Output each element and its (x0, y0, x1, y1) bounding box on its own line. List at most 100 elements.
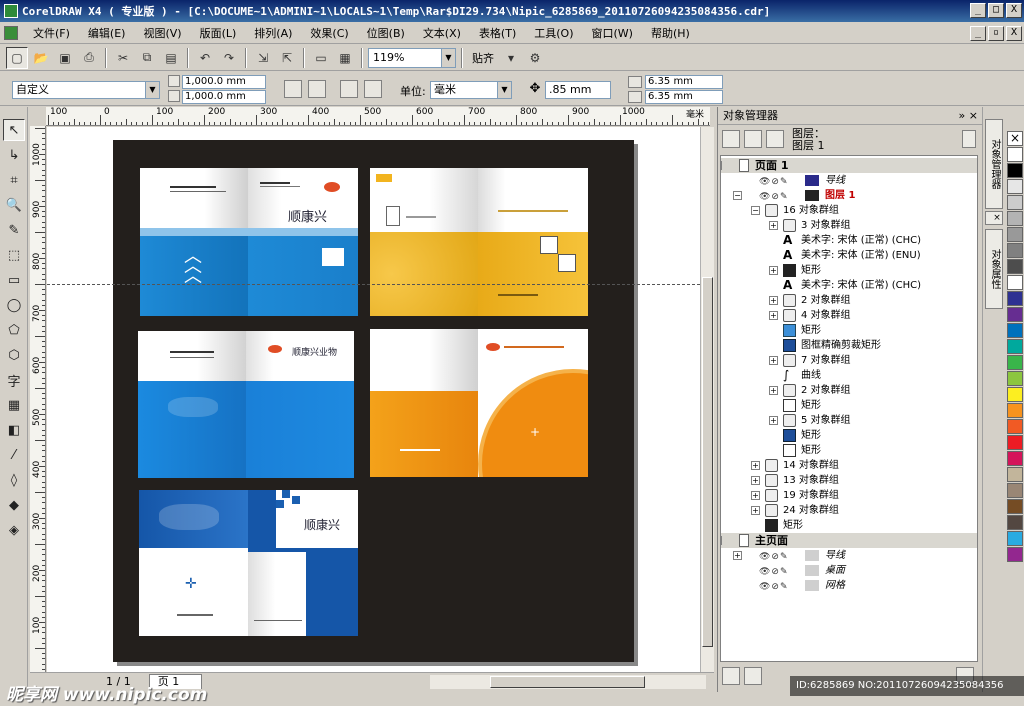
palette-swatch[interactable] (1007, 291, 1023, 306)
tree-object-row[interactable]: +5 对象群组 (721, 413, 977, 428)
save-icon[interactable]: ▣ (54, 47, 76, 69)
tree-layer-row[interactable]: − 👁⊘✎ 图层 1 (721, 188, 977, 203)
coreldraw-app-icon[interactable] (4, 4, 18, 18)
landscape-icon[interactable] (308, 80, 326, 98)
palette-swatch[interactable] (1007, 499, 1023, 514)
basic-shapes-tool-icon[interactable]: ⬡ (3, 344, 25, 366)
paper-preset-select[interactable]: 自定义 ▼ (12, 81, 160, 99)
welcome-screen-icon[interactable]: ▦ (334, 47, 356, 69)
brochure-blue-3[interactable]: ✛ 顺康兴 (139, 490, 358, 636)
brochure-blue-1[interactable]: ︿ ︿ ︿ 顺康兴 (140, 168, 358, 316)
tree-object-row[interactable]: 图框精确剪裁矩形 (721, 338, 977, 353)
all-pages-icon[interactable] (340, 80, 358, 98)
menu-arrange[interactable]: 排列(A) (245, 25, 301, 41)
menu-layout[interactable]: 版面(L) (191, 25, 246, 41)
tab-object-manager[interactable]: 对象管理器 (985, 119, 1003, 209)
expand-toggle-icon[interactable]: + (769, 296, 778, 305)
import-icon[interactable]: ⇲ (252, 47, 274, 69)
menu-table[interactable]: 表格(T) (470, 25, 525, 41)
tab-object-properties[interactable]: 对象属性 (985, 229, 1003, 309)
tree-object-row[interactable]: ∫ 曲线 (721, 368, 977, 383)
maximize-button[interactable]: □ (988, 3, 1004, 18)
vertical-scroll-thumb[interactable] (702, 277, 713, 647)
text-tool-icon[interactable]: 字 (3, 369, 25, 391)
palette-swatch[interactable] (1007, 275, 1023, 290)
vertical-scrollbar[interactable] (700, 127, 714, 672)
tree-object-row[interactable]: +2 对象群组 (721, 293, 977, 308)
flyout-arrow-icon[interactable] (962, 130, 976, 148)
palette-swatch[interactable] (1007, 211, 1023, 226)
tree-object-row[interactable]: + 矩形 (721, 263, 977, 278)
tree-object-row[interactable]: +2 对象群组 (721, 383, 977, 398)
page-height-input[interactable]: 1,000.0 mm (182, 90, 266, 104)
tree-object-row[interactable]: +3 对象群组 (721, 218, 977, 233)
tree-object-row[interactable]: +24 对象群组 (721, 503, 977, 518)
palette-swatch[interactable] (1007, 371, 1023, 386)
close-button[interactable]: X (1006, 3, 1022, 18)
menu-effects[interactable]: 效果(C) (301, 25, 357, 41)
no-color-swatch[interactable]: × (1007, 131, 1023, 146)
chevron-down-icon[interactable]: ▼ (145, 82, 159, 98)
menu-window[interactable]: 窗口(W) (583, 25, 642, 41)
expand-toggle-icon[interactable]: + (751, 476, 760, 485)
crop-tool-icon[interactable]: ⌗ (3, 169, 25, 191)
drawing-canvas[interactable]: ︿ ︿ ︿ 顺康兴 顺康兴业物 + ✛ 顺康兴 (47, 127, 700, 672)
palette-swatch[interactable] (1007, 531, 1023, 546)
layer-manager-view-icon[interactable] (766, 130, 784, 148)
smart-fill-tool-icon[interactable]: ⬚ (3, 244, 25, 266)
palette-swatch[interactable] (1007, 179, 1023, 194)
doc-minimize-button[interactable]: _ (970, 26, 986, 41)
brochure-yellow[interactable] (370, 168, 588, 316)
chevron-down-icon[interactable]: ▼ (497, 82, 511, 98)
zoom-level-select[interactable]: 119% ▼ (368, 47, 456, 68)
table-tool-icon[interactable]: ▦ (3, 394, 25, 416)
current-page-icon[interactable] (364, 80, 382, 98)
expand-toggle-icon[interactable]: − (721, 536, 722, 545)
redo-icon[interactable]: ↷ (218, 47, 240, 69)
options-icon[interactable]: ⚙ (524, 47, 546, 69)
palette-swatch[interactable] (1007, 403, 1023, 418)
tree-object-row[interactable]: +4 对象群组 (721, 308, 977, 323)
document-icon[interactable] (4, 25, 18, 40)
portrait-icon[interactable] (284, 80, 302, 98)
edit-across-layers-icon[interactable] (744, 130, 762, 148)
doc-restore-button[interactable]: ▫ (988, 26, 1004, 41)
brochure-orange[interactable]: + (370, 329, 588, 477)
paste-icon[interactable]: ▤ (160, 47, 182, 69)
expand-toggle-icon[interactable]: + (751, 461, 760, 470)
tree-object-row[interactable]: 矩形 (721, 443, 977, 458)
show-properties-icon[interactable] (722, 130, 740, 148)
palette-swatch[interactable] (1007, 339, 1023, 354)
tree-page-row[interactable]: − 主页面 (721, 533, 977, 548)
expand-toggle-icon[interactable]: + (769, 386, 778, 395)
palette-swatch[interactable] (1007, 547, 1023, 562)
duplicate-y-input[interactable]: 6.35 mm (645, 90, 723, 104)
palette-swatch[interactable] (1007, 355, 1023, 370)
expand-toggle-icon[interactable]: + (733, 551, 742, 560)
docker-controls[interactable]: » × (959, 107, 978, 125)
tree-object-row[interactable]: 矩形 (721, 323, 977, 338)
expand-toggle-icon[interactable]: − (733, 191, 742, 200)
palette-swatch[interactable] (1007, 515, 1023, 530)
export-icon[interactable]: ⇱ (276, 47, 298, 69)
horizontal-guideline[interactable] (47, 284, 700, 285)
tree-object-row[interactable]: 矩形 (721, 398, 977, 413)
new-layer-icon[interactable] (722, 667, 740, 685)
tree-object-row[interactable]: +7 对象群组 (721, 353, 977, 368)
palette-swatch[interactable] (1007, 451, 1023, 466)
palette-swatch[interactable] (1007, 419, 1023, 434)
palette-swatch[interactable] (1007, 243, 1023, 258)
expand-toggle-icon[interactable]: + (769, 416, 778, 425)
expand-toggle-icon[interactable]: + (769, 266, 778, 275)
expand-toggle-icon[interactable]: + (769, 221, 778, 230)
tree-object-row[interactable]: +13 对象群组 (721, 473, 977, 488)
freehand-tool-icon[interactable]: ✎ (3, 219, 25, 241)
new-master-layer-icon[interactable] (744, 667, 762, 685)
interactive-blend-tool-icon[interactable]: ◧ (3, 419, 25, 441)
palette-swatch[interactable] (1007, 467, 1023, 482)
tree-object-row[interactable]: 矩形 (721, 428, 977, 443)
menu-text[interactable]: 文本(X) (414, 25, 470, 41)
application-launcher-icon[interactable]: ▭ (310, 47, 332, 69)
menu-tools[interactable]: 工具(O) (525, 25, 582, 41)
tree-object-row[interactable]: A 美术字: 宋体 (正常) (CHC) (721, 278, 977, 293)
